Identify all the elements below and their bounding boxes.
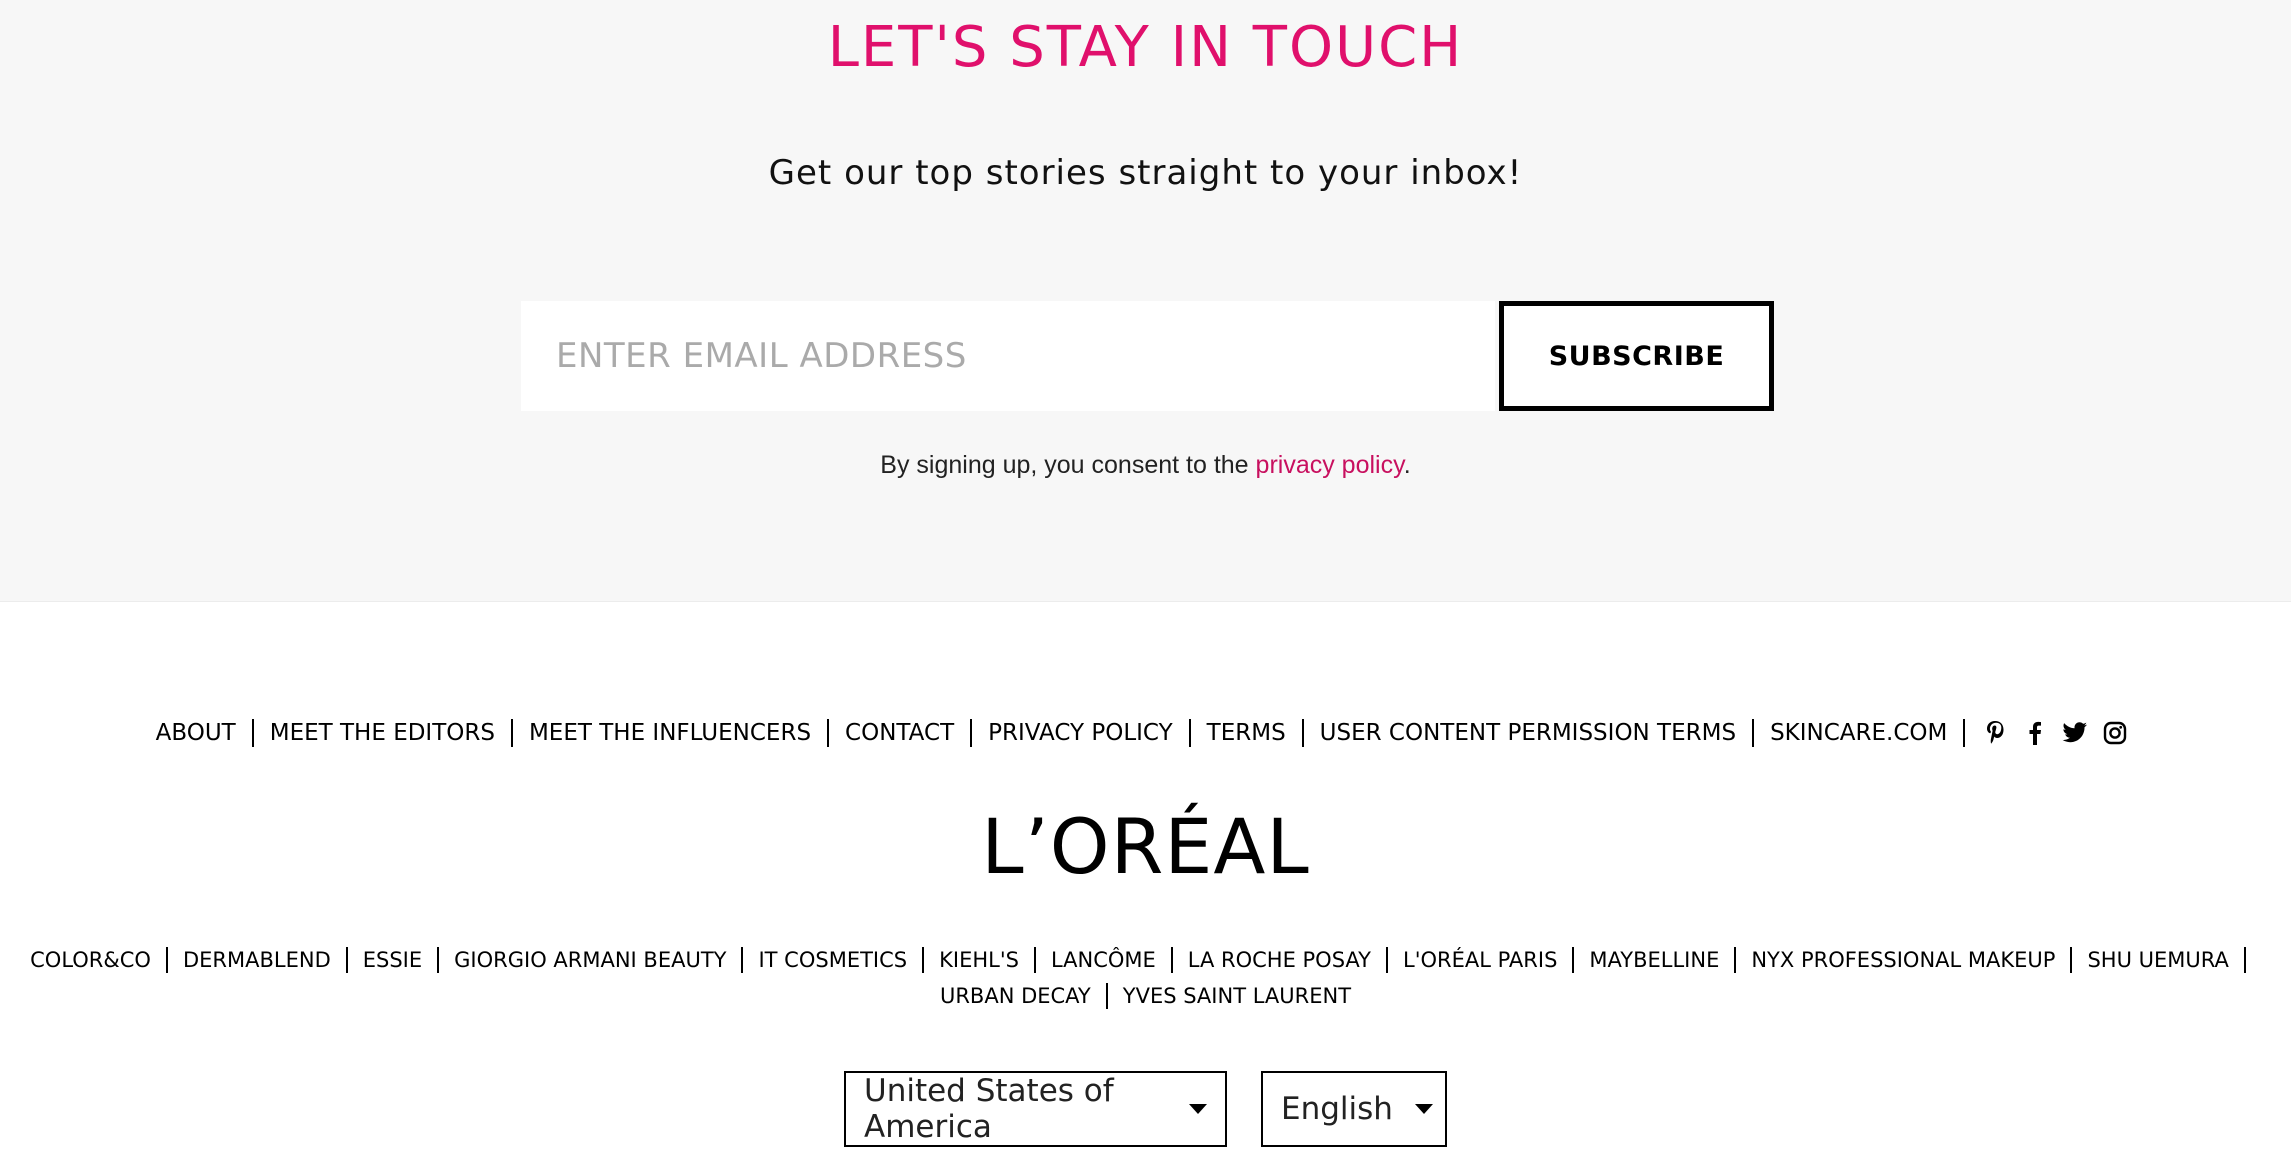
facebook-icon[interactable] — [2015, 712, 2055, 754]
footer-link-about[interactable]: ABOUT — [156, 712, 236, 754]
footer-link-terms[interactable]: TERMS — [1207, 712, 1286, 754]
brand-link-lancome[interactable]: LANCÔME — [1051, 948, 1156, 972]
subscribe-button[interactable]: SUBSCRIBE — [1499, 301, 1774, 411]
consent-text: By signing up, you consent to the privac… — [0, 447, 2291, 483]
country-select[interactable]: United States of America — [844, 1071, 1227, 1147]
newsletter-title: LET'S STAY IN TOUCH — [827, 15, 1464, 80]
footer-link-contact[interactable]: CONTACT — [845, 712, 954, 754]
brand-link-la-roche-posay[interactable]: LA ROCHE POSAY — [1188, 948, 1371, 972]
divider — [165, 947, 168, 973]
brand-link-loreal-paris[interactable]: L'ORÉAL PARIS — [1403, 948, 1557, 972]
divider — [1734, 947, 1737, 973]
divider — [970, 719, 973, 747]
privacy-policy-link[interactable]: privacy policy — [1256, 451, 1404, 479]
brand-link-nyx-professional-makeup[interactable]: NYX PROFESSIONAL MAKEUP — [1751, 948, 2055, 972]
divider — [1105, 983, 1108, 1009]
brand-link-urban-decay[interactable]: URBAN DECAY — [940, 984, 1091, 1008]
newsletter-subtitle: Get our top stories straight to your inb… — [768, 153, 1523, 193]
divider — [1301, 719, 1304, 747]
brand-link-shu-uemura[interactable]: SHU UEMURA — [2087, 948, 2228, 972]
email-input[interactable] — [521, 301, 1495, 411]
caret-down-icon — [1189, 1104, 1207, 1114]
locale-selectors: United States of America English — [0, 1071, 2291, 1147]
consent-suffix: . — [1403, 451, 1411, 479]
brand-link-kiehls[interactable]: KIEHL'S — [939, 948, 1019, 972]
divider — [741, 947, 744, 973]
footer-nav: ABOUT MEET THE EDITORS MEET THE INFLUENC… — [0, 712, 2291, 754]
divider — [437, 947, 440, 973]
footer-link-user-content-permission-terms[interactable]: USER CONTENT PERMISSION TERMS — [1320, 712, 1736, 754]
twitter-icon[interactable] — [2055, 712, 2095, 754]
brand-link-essie[interactable]: ESSIE — [363, 948, 422, 972]
brand-link-maybelline[interactable]: MAYBELLINE — [1589, 948, 1719, 972]
brand-link-it-cosmetics[interactable]: IT COSMETICS — [758, 948, 907, 972]
brand-row: COLOR&CO DERMABLEND ESSIE GIORGIO ARMANI… — [0, 942, 2291, 978]
brand-link-yves-saint-laurent[interactable]: YVES SAINT LAURENT — [1123, 984, 1351, 1008]
divider — [251, 719, 254, 747]
social-links — [1975, 712, 2135, 754]
divider — [510, 719, 513, 747]
loreal-logo[interactable]: L’ORÉAL — [0, 802, 2291, 892]
instagram-icon[interactable] — [2095, 712, 2135, 754]
divider — [1033, 947, 1036, 973]
footer-link-meet-the-influencers[interactable]: MEET THE INFLUENCERS — [529, 712, 811, 754]
brand-row: URBAN DECAY YVES SAINT LAURENT — [0, 978, 2291, 1014]
divider — [922, 947, 925, 973]
country-select-value: United States of America — [864, 1073, 1114, 1145]
footer-link-privacy-policy[interactable]: PRIVACY POLICY — [988, 712, 1173, 754]
divider — [1188, 719, 1191, 747]
brand-link-dermablend[interactable]: DERMABLEND — [183, 948, 331, 972]
divider — [1963, 719, 1966, 747]
caret-down-icon — [1414, 1104, 1433, 1114]
language-select-value: English — [1281, 1091, 1393, 1127]
divider — [1386, 947, 1388, 973]
pinterest-icon[interactable] — [1975, 712, 2015, 754]
divider — [1170, 947, 1173, 973]
brand-link-giorgio-armani-beauty[interactable]: GIORGIO ARMANI BEAUTY — [454, 948, 726, 972]
language-select[interactable]: English — [1261, 1071, 1447, 1147]
consent-prefix: By signing up, you consent to the — [880, 451, 1249, 479]
divider — [345, 947, 348, 973]
divider — [1572, 947, 1575, 973]
divider — [827, 719, 830, 747]
brand-links: COLOR&CO DERMABLEND ESSIE GIORGIO ARMANI… — [0, 942, 2291, 1014]
newsletter-section: LET'S STAY IN TOUCH Get our top stories … — [0, 0, 2291, 602]
footer-link-skincare-com[interactable]: SKINCARE.COM — [1770, 712, 1947, 754]
divider — [2243, 947, 2246, 973]
divider — [1752, 719, 1755, 747]
brand-link-colorco[interactable]: COLOR&CO — [30, 948, 151, 972]
divider — [2070, 947, 2073, 973]
footer-link-meet-the-editors[interactable]: MEET THE EDITORS — [270, 712, 495, 754]
